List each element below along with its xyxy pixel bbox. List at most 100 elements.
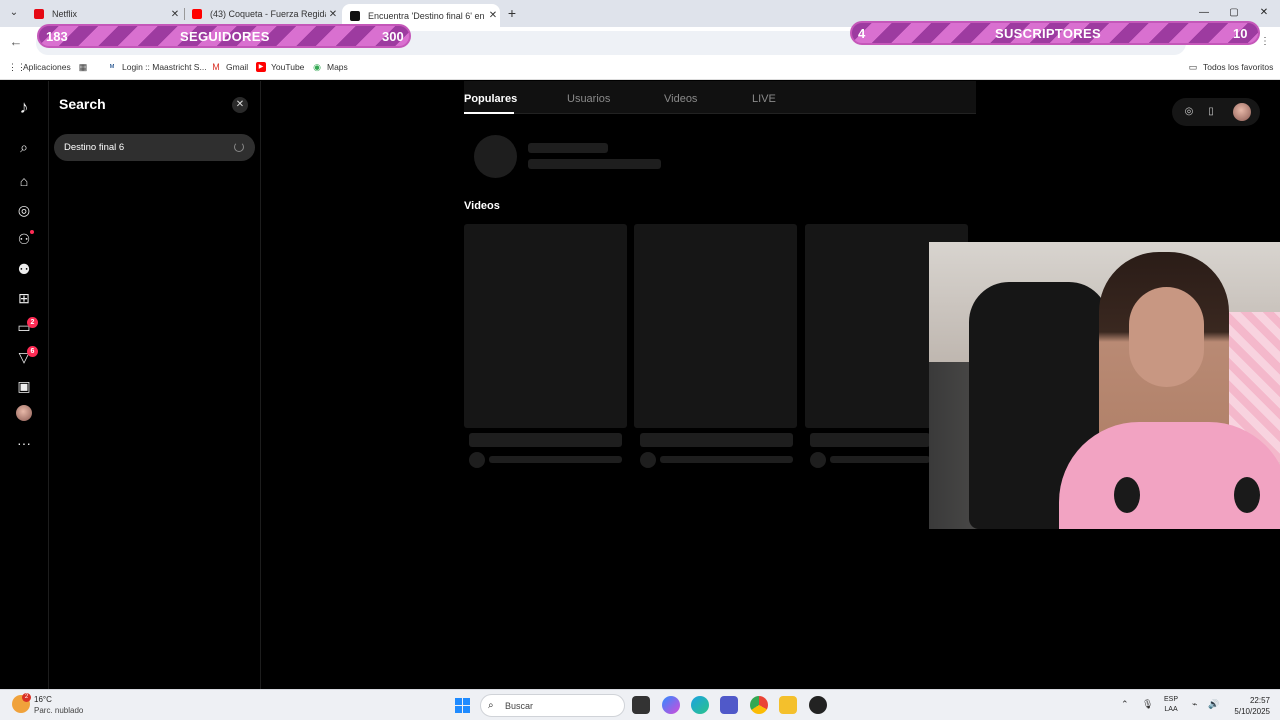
author-avatar-skeleton (810, 452, 826, 468)
weather-desc[interactable]: Parc. nublado (34, 706, 83, 715)
webcam-feed (929, 242, 1280, 529)
gmail-icon: M (212, 62, 220, 72)
author-skeleton (830, 456, 930, 463)
tab-live[interactable]: LIVE (752, 93, 776, 105)
tab-groups-icon[interactable]: ▦ (78, 62, 93, 72)
inbox-badge: 6 (27, 346, 38, 357)
author-avatar-skeleton (469, 452, 485, 468)
network-icon[interactable]: ⌁ (1192, 699, 1197, 710)
more-icon[interactable]: ··· (14, 433, 34, 453)
tiktok-logo-icon[interactable]: ♪ (14, 97, 34, 117)
profile-avatar[interactable] (16, 405, 32, 421)
teams-icon[interactable] (720, 696, 738, 714)
close-icon[interactable]: ✕ (232, 97, 248, 113)
tab-netflix[interactable]: Netflix ✕ (26, 4, 182, 24)
tab-youtube[interactable]: (43) Coqueta - Fuerza Regida, C ✕ (184, 4, 340, 24)
caption-skeleton (810, 433, 930, 447)
weather-badge: 2 (22, 693, 31, 702)
following-dot (30, 230, 34, 234)
plush-eye (1114, 477, 1140, 513)
messages-badge: 2 (27, 317, 38, 328)
windows-start-icon[interactable] (455, 698, 470, 713)
friends-icon[interactable]: ⚉ (14, 259, 34, 279)
tab-videos[interactable]: Videos (664, 93, 697, 105)
task-view-icon[interactable] (632, 696, 650, 714)
results-tabs: Populares Usuarios Videos LIVE (464, 81, 976, 114)
temperature[interactable]: 16°C (34, 695, 52, 704)
bookmark-apps[interactable]: ⋮⋮ Aplicaciones (8, 62, 71, 72)
taskbar: 2 16°C Parc. nublado ⌕ Buscar ⌃ 🎙 ESP LA… (0, 689, 1280, 720)
search-icon[interactable]: ⌕ (14, 137, 34, 157)
followers-goal-overlay: 183 SEGUIDORES 300 (37, 24, 411, 48)
videos-heading: Videos (464, 200, 500, 212)
user-meta-skeleton (528, 159, 661, 169)
top-right-actions: ◎ ▯ (1172, 98, 1260, 126)
volume-icon[interactable]: 🔊 (1208, 699, 1219, 710)
all-bookmarks[interactable]: ▭ Todos los favoritos (1188, 62, 1274, 72)
folder-icon: ▭ (1188, 62, 1198, 72)
followers-count: 183 (46, 29, 68, 44)
close-tab-icon[interactable]: ✕ (486, 10, 500, 21)
subscribers-goal: 10 (1233, 26, 1248, 41)
file-explorer-icon[interactable] (779, 696, 797, 714)
new-tab-button[interactable]: + (504, 5, 520, 21)
coins-icon[interactable]: ◎ (1182, 105, 1196, 119)
search-icon: ⌕ (488, 700, 494, 711)
maximize-button[interactable]: ▢ (1218, 4, 1250, 22)
live-tv-icon[interactable]: ▣ (14, 376, 34, 396)
followers-goal: 300 (382, 29, 404, 44)
device-icon[interactable]: ▯ (1204, 105, 1218, 119)
maps-pin-icon: ◉ (313, 62, 321, 72)
subscribers-goal-overlay: 4 SUSCRIPTORES 10 (850, 21, 1260, 45)
tab-search-icon[interactable]: ⌄ (6, 5, 22, 21)
loading-spinner-icon (234, 142, 244, 152)
upload-icon[interactable]: ⊞ (14, 288, 34, 308)
search-panel: Search ✕ (49, 81, 261, 689)
user-name-skeleton (528, 143, 608, 153)
obs-icon[interactable] (809, 696, 827, 714)
apps-grid-icon: ⋮⋮ (8, 62, 26, 72)
subscribers-label: SUSCRIPTORES (995, 26, 1101, 41)
edge-icon[interactable] (691, 696, 709, 714)
bookmark-gmail[interactable]: M Gmail (211, 62, 248, 72)
menu-kebab-icon[interactable]: ⋮ (1258, 35, 1272, 49)
video-card-skeleton[interactable] (464, 224, 627, 428)
language-indicator[interactable]: ESP LAA (1164, 695, 1178, 715)
back-arrow-icon[interactable]: ← (8, 34, 24, 50)
bookmark-youtube[interactable]: ▶ YouTube (256, 62, 304, 72)
netflix-favicon-icon (34, 9, 44, 19)
clock[interactable]: 22:57 5/10/2025 (1230, 695, 1270, 717)
home-icon[interactable]: ⌂ (14, 171, 34, 191)
microphone-icon[interactable]: 🎙 (1142, 699, 1153, 710)
close-tab-icon[interactable]: ✕ (168, 9, 182, 20)
explore-compass-icon[interactable]: ◎ (14, 200, 34, 220)
bookmark-maastricht[interactable]: ᴍ Login :: Maastricht S... (107, 62, 207, 72)
taskbar-search[interactable]: ⌕ Buscar (480, 694, 625, 717)
video-card-skeleton[interactable] (634, 224, 797, 428)
user-avatar-skeleton (474, 135, 517, 178)
account-avatar[interactable] (1233, 103, 1251, 121)
search-panel-title: Search (59, 96, 106, 112)
bookmarks-bar: ⋮⋮ Aplicaciones ▦ ᴍ Login :: Maastricht … (0, 57, 1280, 80)
bookmark-maps[interactable]: ◉ Maps (312, 62, 348, 72)
close-window-button[interactable]: ✕ (1248, 4, 1280, 22)
maastricht-icon: ᴍ (109, 63, 115, 70)
left-rail: ♪ ⌕ ⌂ ◎ ⚇ ⚉ ⊞ ▭ 2 ▽ 6 ▣ ··· (0, 81, 49, 689)
plush-eye (1234, 477, 1260, 513)
youtube-icon: ▶ (256, 62, 266, 72)
tiktok-favicon-icon (350, 10, 360, 21)
caption-skeleton (469, 433, 622, 447)
author-avatar-skeleton (640, 452, 656, 468)
tab-populares[interactable]: Populares (464, 93, 517, 105)
close-tab-icon[interactable]: ✕ (326, 9, 340, 20)
tab-usuarios[interactable]: Usuarios (567, 93, 610, 105)
followers-label: SEGUIDORES (180, 29, 270, 44)
search-input[interactable] (54, 134, 255, 161)
taskbar-search-placeholder: Buscar (505, 701, 534, 711)
minimize-button[interactable]: — (1188, 4, 1220, 22)
webcam-face (1129, 287, 1204, 387)
author-skeleton (489, 456, 622, 463)
tray-chevron-icon[interactable]: ⌃ (1121, 699, 1129, 710)
chrome-icon[interactable] (750, 696, 768, 714)
copilot-icon[interactable] (662, 696, 680, 714)
